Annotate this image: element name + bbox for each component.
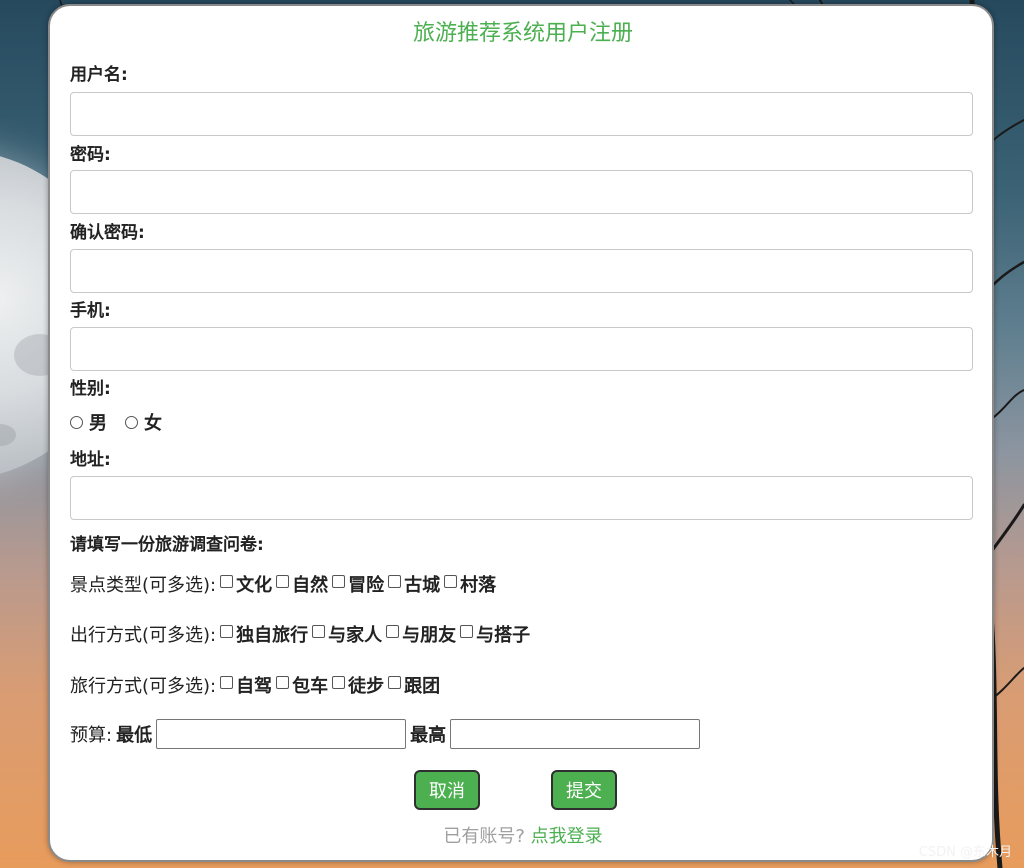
budget-min-label: 最低 xyxy=(116,725,153,746)
gender-radio-group: 男 女 xyxy=(70,410,180,434)
budget-max-input[interactable] xyxy=(450,719,701,749)
phone-input[interactable] xyxy=(70,327,973,371)
password-input[interactable] xyxy=(70,170,973,214)
company-solo-checkbox[interactable] xyxy=(220,624,234,638)
travel-mode-row: 旅行方式(可多选): 自驾 包车 徒步 跟团 xyxy=(70,673,444,697)
scenery-adventure-label: 冒险 xyxy=(348,575,385,596)
travel-mode-prefix: 旅行方式(可多选): xyxy=(70,676,217,697)
mode-hiking-label: 徒步 xyxy=(348,676,385,697)
scenery-village-checkbox[interactable] xyxy=(444,574,458,588)
mode-self-drive-checkbox[interactable] xyxy=(220,675,234,689)
login-link[interactable]: 点我登录 xyxy=(531,826,603,847)
budget-min-input[interactable] xyxy=(156,719,407,749)
confirm-password-label: 确认密码: xyxy=(70,223,145,243)
budget-row: 预算: 最低 最高 xyxy=(70,718,704,750)
submit-button[interactable]: 提交 xyxy=(551,770,617,810)
scenery-nature-checkbox[interactable] xyxy=(276,574,290,588)
company-friends-checkbox[interactable] xyxy=(386,624,400,638)
mode-chartered-car-checkbox[interactable] xyxy=(276,675,290,689)
company-partner-checkbox[interactable] xyxy=(460,624,474,638)
scenery-ancient-town-label: 古城 xyxy=(404,575,441,596)
phone-label: 手机: xyxy=(70,301,111,321)
scenery-type-row: 景点类型(可多选): 文化 自然 冒险 古城 村落 xyxy=(70,572,500,596)
username-input[interactable] xyxy=(70,92,973,136)
confirm-password-input[interactable] xyxy=(70,249,973,293)
mode-hiking-checkbox[interactable] xyxy=(332,675,346,689)
mode-chartered-car-label: 包车 xyxy=(292,676,329,697)
address-input[interactable] xyxy=(70,476,973,520)
company-family-label: 与家人 xyxy=(328,625,383,646)
register-card: 旅游推荐系统用户注册 用户名: 密码: 确认密码: 手机: 性别: 男 女 地址… xyxy=(48,4,994,862)
budget-prefix: 预算: xyxy=(70,725,113,746)
mode-group-tour-checkbox[interactable] xyxy=(388,675,402,689)
budget-max-label: 最高 xyxy=(410,725,447,746)
password-label: 密码: xyxy=(70,145,111,165)
scenery-culture-label: 文化 xyxy=(236,575,273,596)
travel-company-prefix: 出行方式(可多选): xyxy=(70,625,217,646)
gender-male-label: 男 xyxy=(89,413,107,434)
company-friends-label: 与朋友 xyxy=(402,625,457,646)
page-title: 旅游推荐系统用户注册 xyxy=(412,21,633,46)
company-partner-label: 与搭子 xyxy=(476,625,531,646)
scenery-adventure-checkbox[interactable] xyxy=(332,574,346,588)
cancel-button[interactable]: 取消 xyxy=(414,770,480,810)
company-solo-label: 独自旅行 xyxy=(236,625,309,646)
gender-label: 性别: xyxy=(70,379,111,399)
csdn-watermark: CSDN @东木月 xyxy=(918,845,1012,860)
scenery-type-prefix: 景点类型(可多选): xyxy=(70,575,217,596)
survey-title: 请填写一份旅游调查问卷: xyxy=(70,535,264,555)
scenery-ancient-town-checkbox[interactable] xyxy=(388,574,402,588)
address-label: 地址: xyxy=(70,450,111,470)
mode-self-drive-label: 自驾 xyxy=(236,676,273,697)
company-family-checkbox[interactable] xyxy=(312,624,326,638)
gender-male-radio[interactable] xyxy=(70,415,83,429)
gender-female-radio[interactable] xyxy=(125,415,138,429)
travel-company-row: 出行方式(可多选): 独自旅行 与家人 与朋友 与搭子 xyxy=(70,622,534,646)
scenery-culture-checkbox[interactable] xyxy=(220,574,234,588)
scenery-nature-label: 自然 xyxy=(292,575,329,596)
login-prompt-text: 已有账号? xyxy=(443,826,525,847)
gender-female-label: 女 xyxy=(144,413,162,434)
username-label: 用户名: xyxy=(70,65,128,85)
login-prompt-row: 已有账号? 点我登录 xyxy=(50,822,996,848)
scenery-village-label: 村落 xyxy=(460,575,497,596)
mode-group-tour-label: 跟团 xyxy=(404,676,441,697)
